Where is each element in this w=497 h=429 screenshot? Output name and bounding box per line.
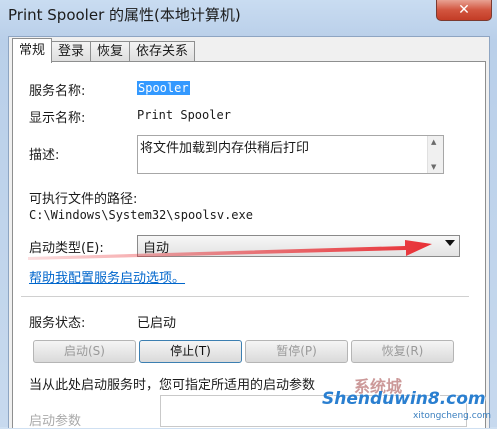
exe-path-label: 可执行文件的路径: xyxy=(29,192,138,207)
properties-window: Print Spooler 的属性(本地计算机) ✕ 常规 登录 恢复 依存关系… xyxy=(0,0,497,429)
window-title: Print Spooler 的属性(本地计算机) xyxy=(8,6,241,24)
tab-dependencies[interactable]: 依存关系 xyxy=(129,41,196,63)
service-status-label: 服务状态: xyxy=(29,316,86,331)
start-params-note: 当从此处启动服务时，您可指定所适用的启动参数 xyxy=(29,378,316,393)
help-configure-link[interactable]: 帮助我配置服务启动选项。 xyxy=(29,267,185,286)
service-status-value: 已启动 xyxy=(137,316,177,331)
dropdown-arrow-icon[interactable] xyxy=(445,240,455,246)
close-icon: ✕ xyxy=(458,2,470,18)
service-name-label: 服务名称: xyxy=(29,84,86,99)
scroll-down-arrow-icon[interactable]: ▼ xyxy=(431,163,436,171)
start-button[interactable]: 启动(S) xyxy=(33,340,136,363)
stop-button[interactable]: 停止(T) xyxy=(139,340,242,363)
tab-recovery[interactable]: 恢复 xyxy=(90,41,131,63)
startup-type-label: 启动类型(E): xyxy=(29,241,104,256)
close-button[interactable]: ✕ xyxy=(436,0,492,21)
watermark: 系统城 Shenduwin8.com xitongcheng.com xyxy=(300,371,497,427)
section-divider xyxy=(21,296,469,297)
exe-path-value[interactable]: C:\Windows\System32\spoolsv.exe xyxy=(29,208,253,222)
display-name-value[interactable]: Print Spooler xyxy=(137,108,231,122)
pause-button[interactable]: 暂停(P) xyxy=(245,340,348,363)
service-name-selected-text[interactable]: Spooler xyxy=(137,81,190,95)
startup-type-select[interactable]: 自动 xyxy=(137,235,460,257)
tab-general[interactable]: 常规 xyxy=(12,38,53,63)
tab-logon[interactable]: 登录 xyxy=(51,41,92,63)
title-bar[interactable]: Print Spooler 的属性(本地计算机) ✕ xyxy=(0,0,497,30)
scroll-up-arrow-icon[interactable]: ▲ xyxy=(431,138,436,146)
description-scrollbar[interactable]: ▲ ▼ xyxy=(427,136,443,173)
watermark-sub: xitongcheng.com xyxy=(413,411,491,421)
display-name-label: 显示名称: xyxy=(29,111,86,126)
description-label: 描述: xyxy=(29,148,60,163)
description-text: 将文件加载到内存供稍后打印 xyxy=(140,141,310,156)
tab-strip: 常规 登录 恢复 依存关系 xyxy=(12,38,196,63)
startup-type-selected-value: 自动 xyxy=(143,241,170,256)
resume-button[interactable]: 恢复(R) xyxy=(351,340,454,363)
service-name-value[interactable]: Spooler xyxy=(137,81,190,95)
watermark-main: Shenduwin8.com xyxy=(322,389,486,409)
description-textbox[interactable]: 将文件加载到内存供稍后打印 ▲ ▼ xyxy=(137,135,444,174)
start-params-label: 启动参数 xyxy=(29,414,82,429)
